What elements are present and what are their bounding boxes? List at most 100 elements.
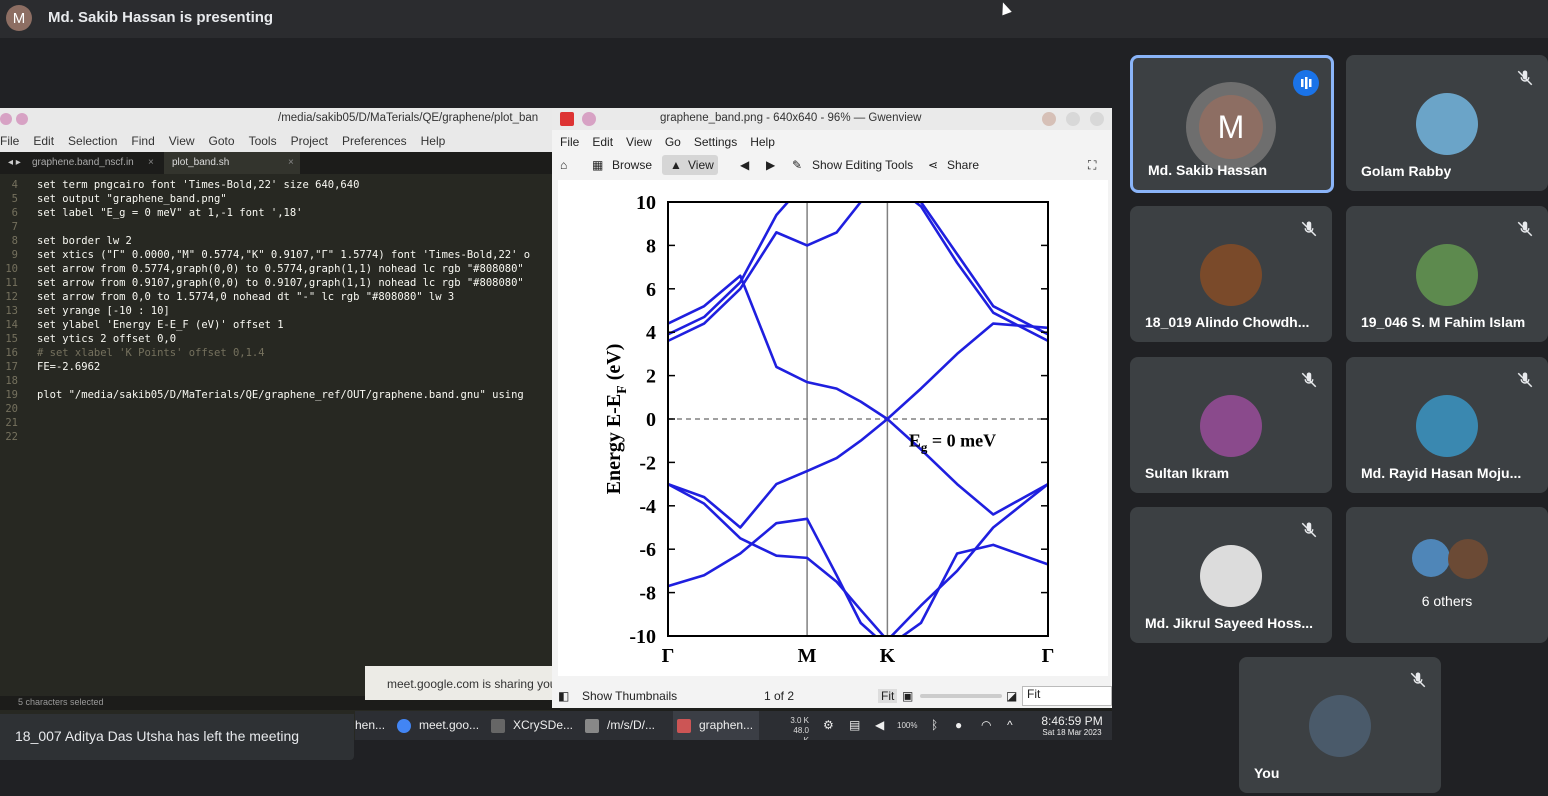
wifi-icon[interactable]: ◠	[981, 718, 991, 732]
participant-tile[interactable]: M Md. Sakib Hassan	[1130, 55, 1334, 193]
show-editing-tools-button[interactable]: Show Editing Tools	[812, 158, 913, 172]
menu-goto[interactable]: Goto	[202, 130, 242, 152]
band-line-2	[668, 517, 1048, 636]
code-line: set term pngcairo font 'Times-Bold,22' s…	[37, 179, 360, 191]
editor-titlebar: /media/sakib05/D/MaTerials/QE/graphene/p…	[0, 108, 560, 130]
bluetooth-icon[interactable]: ᛒ	[931, 718, 938, 732]
menu-view[interactable]: View	[162, 130, 202, 152]
zoom-100-icon[interactable]: ▣	[902, 689, 913, 703]
gwenview-title: graphene_band.png - 640x640 - 96% — Gwen…	[660, 112, 922, 124]
avatar: M	[1186, 82, 1276, 172]
clock[interactable]: 8:46:59 PM Sat 18 Mar 2023	[1032, 714, 1112, 737]
menu-file[interactable]: File	[0, 130, 26, 152]
window-button-icon[interactable]	[0, 113, 12, 125]
taskbar-item-xcrysden[interactable]: XCrySDe...	[513, 718, 573, 732]
clipboard-icon[interactable]: ▤	[849, 718, 860, 732]
gwenview-window: graphene_band.png - 640x640 - 96% — Gwen…	[552, 108, 1112, 708]
participant-name: You	[1254, 765, 1280, 781]
presenter-avatar: M	[6, 5, 32, 31]
participant-tile[interactable]: 18_019 Alindo Chowdh...	[1130, 206, 1332, 342]
fit-button[interactable]: Fit	[878, 689, 898, 703]
taskbar-item-meet[interactable]: meet.goo...	[419, 718, 479, 732]
menu-view[interactable]: View	[618, 130, 657, 152]
view-button[interactable]: View	[688, 158, 714, 172]
menu-tools[interactable]: Tools	[242, 130, 284, 152]
close-icon[interactable]	[1090, 112, 1104, 126]
gap-annotation: Eg = 0 meV	[909, 431, 996, 455]
menu-settings[interactable]: Settings	[686, 130, 742, 152]
menu-file[interactable]: File	[552, 130, 584, 152]
mic-slash-icon	[1301, 221, 1317, 237]
menu-selection[interactable]: Selection	[61, 130, 124, 152]
avatar	[1416, 244, 1478, 306]
mic-slash-icon	[1301, 522, 1317, 538]
participant-tile-self[interactable]: You	[1239, 657, 1441, 793]
x-tick-label: Γ	[662, 645, 675, 667]
clock-time: 8:46:59 PM	[1041, 714, 1103, 728]
window-button-icon[interactable]	[582, 112, 596, 126]
thumbnails-icon[interactable]: ◧	[558, 689, 569, 703]
menu-edit[interactable]: Edit	[584, 130, 618, 152]
line-number: 7	[11, 221, 18, 233]
code-line: set border lw 2	[37, 235, 132, 247]
avatar	[1200, 244, 1262, 306]
microphone-icon[interactable]: ●	[955, 718, 962, 732]
menu-project[interactable]: Project	[284, 130, 335, 152]
participant-tile-others[interactable]: 6 others	[1346, 507, 1548, 643]
tray-expand-icon[interactable]: ^	[1007, 718, 1013, 732]
battery-level[interactable]: 100%	[897, 721, 917, 731]
participant-tile[interactable]: Md. Rayid Hasan Moju...	[1346, 357, 1548, 493]
browse-icon[interactable]: ▦	[592, 158, 603, 172]
y-tick-label: -6	[639, 539, 656, 561]
line-number: 18	[5, 375, 18, 387]
share-button[interactable]: Share	[947, 158, 979, 172]
fullscreen-icon[interactable]: ⛶	[1088, 158, 1096, 173]
taskbar-item-terminal[interactable]: /m/s/D/...	[607, 718, 655, 732]
show-thumbnails-button[interactable]: Show Thumbnails	[582, 689, 677, 703]
menu-preferences[interactable]: Preferences	[335, 130, 414, 152]
minimize-icon[interactable]	[1042, 112, 1056, 126]
zoom-slider[interactable]	[920, 694, 1002, 698]
window-button-icon[interactable]	[16, 113, 28, 125]
home-icon[interactable]: ⌂	[560, 158, 567, 172]
line-number: 16	[5, 347, 18, 359]
network-speed: 3.0 K 48.0 K	[787, 716, 809, 740]
browse-button[interactable]: Browse	[612, 158, 652, 172]
band-line-5	[668, 202, 1048, 343]
participant-tile[interactable]: Md. Jikrul Sayeed Hoss...	[1130, 507, 1332, 643]
y-tick-label: 6	[646, 279, 656, 301]
y-axis-label-sub: F	[615, 385, 630, 394]
volume-icon[interactable]: ◀	[875, 718, 884, 732]
mic-off-icon	[1516, 220, 1536, 240]
menu-go[interactable]: Go	[657, 130, 686, 152]
participant-name: 18_019 Alindo Chowdh...	[1145, 314, 1310, 330]
menu-edit[interactable]: Edit	[26, 130, 61, 152]
avatar	[1200, 545, 1262, 607]
taskbar-item-gwenview[interactable]: graphen...	[699, 718, 753, 732]
participant-tile[interactable]: Golam Rabby	[1346, 55, 1548, 191]
y-axis-label-unit: (eV)	[603, 344, 625, 386]
menu-help[interactable]: Help	[742, 130, 780, 152]
close-icon[interactable]: ×	[280, 152, 302, 174]
settings-icon[interactable]: ⚙	[823, 718, 834, 732]
editor-title: /media/sakib05/D/MaTerials/QE/graphene/p…	[278, 112, 539, 124]
next-icon[interactable]: ▶	[766, 158, 775, 172]
participant-tile[interactable]: Sultan Ikram	[1130, 357, 1332, 493]
taskbar: hen... meet.goo... XCrySDe... /m/s/D/...…	[355, 711, 1112, 740]
tab-graphene-band-nscf[interactable]: graphene.band_nscf.in	[24, 152, 142, 174]
zoom-select[interactable]: Fit	[1022, 686, 1112, 706]
maximize-icon[interactable]	[1066, 112, 1080, 126]
y-tick-label: 4	[646, 322, 656, 344]
participant-tile[interactable]: 19_046 S. M Fahim Islam	[1346, 206, 1548, 342]
mic-slash-icon	[1517, 372, 1533, 388]
band-structure-image: 10 8 6 4 2 0 -2 -4 -6 -8 -10 Γ M K Γ Energy E-EF (eV) Eg…	[558, 180, 1108, 676]
zoom-in-icon[interactable]: ◪	[1006, 689, 1017, 703]
menu-help[interactable]: Help	[414, 130, 453, 152]
previous-icon[interactable]: ◀	[740, 158, 749, 172]
y-tick-label: -2	[639, 452, 656, 474]
menu-find[interactable]: Find	[124, 130, 161, 152]
mic-off-icon	[1516, 69, 1536, 89]
close-icon[interactable]: ×	[140, 152, 162, 174]
taskbar-item-editor[interactable]: hen...	[355, 718, 385, 732]
gap-annotation-main: E	[909, 431, 921, 451]
